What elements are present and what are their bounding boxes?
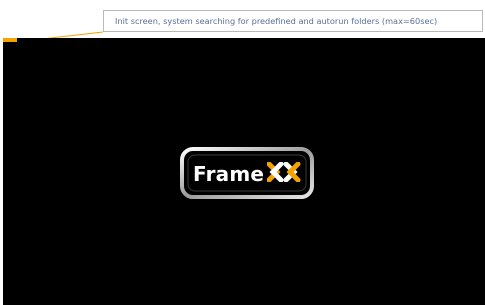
annotated-screenshot: Init screen, system searching for predef… bbox=[0, 0, 485, 305]
framexx-logo: Frame bbox=[178, 145, 316, 201]
annotation-text: Init screen, system searching for predef… bbox=[115, 16, 438, 26]
logo-wordmark: Frame bbox=[193, 154, 301, 194]
frame-xx-logo-icon bbox=[266, 161, 301, 187]
init-progress-fill bbox=[3, 38, 18, 42]
init-progress-bar bbox=[3, 38, 485, 42]
annotation-callout: Init screen, system searching for predef… bbox=[103, 10, 483, 32]
logo-word: Frame bbox=[193, 162, 265, 186]
init-screen: Frame bbox=[3, 38, 485, 305]
